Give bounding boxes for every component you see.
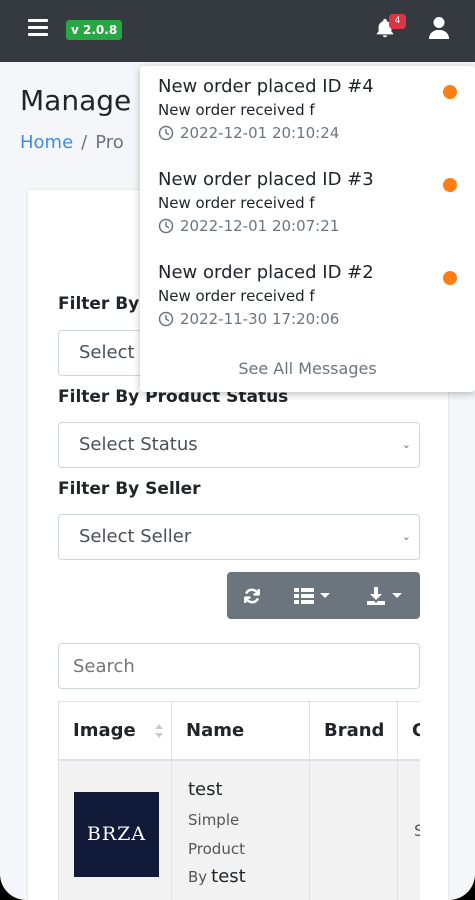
column-header-name[interactable]: Name bbox=[172, 702, 310, 760]
notification-item[interactable]: New order placed ID #4 New order receive… bbox=[158, 76, 458, 142]
notifications-dropdown: New order placed ID #4 New order receive… bbox=[140, 66, 475, 392]
seller-select[interactable]: Select Seller ⌄ bbox=[58, 514, 420, 560]
column-header-name-label: Name bbox=[186, 720, 245, 741]
seller-select-value: Select Seller bbox=[79, 526, 192, 547]
product-image[interactable]: BRZA bbox=[74, 792, 159, 877]
status-select[interactable]: Select Status ⌄ bbox=[58, 422, 420, 468]
notification-time-text: 2022-12-01 20:10:24 bbox=[180, 124, 340, 142]
clock-icon bbox=[158, 125, 174, 141]
app-screen: v 2.0.8 4 Manage Home / Pro Filter By Sele… bbox=[0, 0, 475, 900]
status-select-value: Select Status bbox=[79, 434, 198, 455]
user-icon[interactable] bbox=[428, 16, 450, 40]
clock-icon bbox=[158, 311, 174, 327]
column-header-image[interactable]: Image bbox=[58, 702, 172, 760]
seller-name: test bbox=[211, 866, 246, 887]
notification-body: New order received f bbox=[158, 101, 315, 119]
notification-body: New order received f bbox=[158, 287, 315, 305]
notification-title: New order placed ID #3 bbox=[158, 169, 374, 190]
column-header-image-label: Image bbox=[73, 720, 136, 741]
table-row[interactable]: BRZA test Simple Product By test S bbox=[58, 761, 420, 900]
caret-down-icon bbox=[391, 593, 402, 598]
list-columns-icon bbox=[294, 587, 314, 604]
download-icon bbox=[366, 586, 385, 605]
unread-dot-shape bbox=[443, 85, 457, 99]
column-header-brand[interactable]: Brand bbox=[310, 702, 398, 760]
cell-name: test Simple Product By test bbox=[172, 761, 310, 900]
notification-title: New order placed ID #4 bbox=[158, 76, 374, 97]
notification-time: 2022-11-30 17:20:06 bbox=[158, 310, 458, 328]
product-name: test bbox=[188, 779, 223, 800]
export-button[interactable] bbox=[347, 572, 420, 619]
filter-seller-label: Filter By Seller bbox=[58, 479, 201, 499]
top-navbar: v 2.0.8 4 bbox=[0, 0, 475, 62]
column-header-category-label: C bbox=[412, 720, 420, 741]
notification-body: New order received f bbox=[158, 194, 315, 212]
refresh-icon bbox=[244, 588, 260, 603]
chevron-down-icon: ⌄ bbox=[401, 530, 411, 543]
column-header-brand-label: Brand bbox=[324, 720, 385, 741]
breadcrumb-current: Pro bbox=[95, 132, 124, 153]
unread-dot-shape bbox=[443, 178, 457, 192]
table-search-input[interactable] bbox=[58, 643, 420, 689]
cell-image: BRZA bbox=[58, 761, 172, 900]
columns-toggle-button[interactable] bbox=[277, 572, 347, 619]
product-type-line1: Simple bbox=[188, 811, 240, 829]
table-toolbar bbox=[227, 572, 420, 619]
notification-time: 2022-12-01 20:07:21 bbox=[158, 217, 458, 235]
version-badge: v 2.0.8 bbox=[66, 20, 123, 40]
notification-time-text: 2022-12-01 20:07:21 bbox=[180, 217, 340, 235]
notification-time: 2022-12-01 20:10:24 bbox=[158, 124, 458, 142]
notification-title: New order placed ID #2 bbox=[158, 262, 374, 283]
refresh-button[interactable] bbox=[227, 572, 277, 619]
by-label: By bbox=[188, 868, 208, 886]
notification-count-badge: 4 bbox=[389, 14, 406, 29]
page-title: Manage bbox=[20, 84, 132, 117]
cell-brand bbox=[310, 761, 398, 900]
unread-dot-icon bbox=[443, 178, 457, 192]
column-header-category[interactable]: C bbox=[398, 702, 420, 760]
breadcrumb: Home / Pro bbox=[20, 132, 124, 153]
unread-dot-icon bbox=[443, 271, 457, 285]
clock-icon bbox=[158, 218, 174, 234]
unread-dot-shape bbox=[443, 271, 457, 285]
table-header: Image Name Brand C bbox=[58, 701, 420, 761]
products-table: Image Name Brand C BRZA test Simple Prod… bbox=[58, 701, 420, 900]
product-seller: By test bbox=[188, 866, 246, 887]
breadcrumb-separator: / bbox=[81, 132, 88, 153]
sort-icon bbox=[155, 724, 163, 740]
filter-category-label: Filter By bbox=[58, 294, 140, 314]
product-category: S bbox=[414, 821, 420, 840]
hamburger-menu-icon[interactable] bbox=[28, 19, 48, 37]
caret-down-icon bbox=[320, 593, 330, 598]
notification-time-text: 2022-11-30 17:20:06 bbox=[180, 310, 340, 328]
notification-item[interactable]: New order placed ID #3 New order receive… bbox=[158, 169, 458, 235]
unread-dot-icon bbox=[443, 85, 457, 99]
product-type-line2: Product bbox=[188, 840, 245, 858]
notification-item[interactable]: New order placed ID #2 New order receive… bbox=[158, 262, 458, 328]
see-all-messages-link[interactable]: See All Messages bbox=[140, 359, 475, 378]
chevron-down-icon: ⌄ bbox=[401, 438, 411, 451]
breadcrumb-home-link[interactable]: Home bbox=[20, 132, 73, 153]
